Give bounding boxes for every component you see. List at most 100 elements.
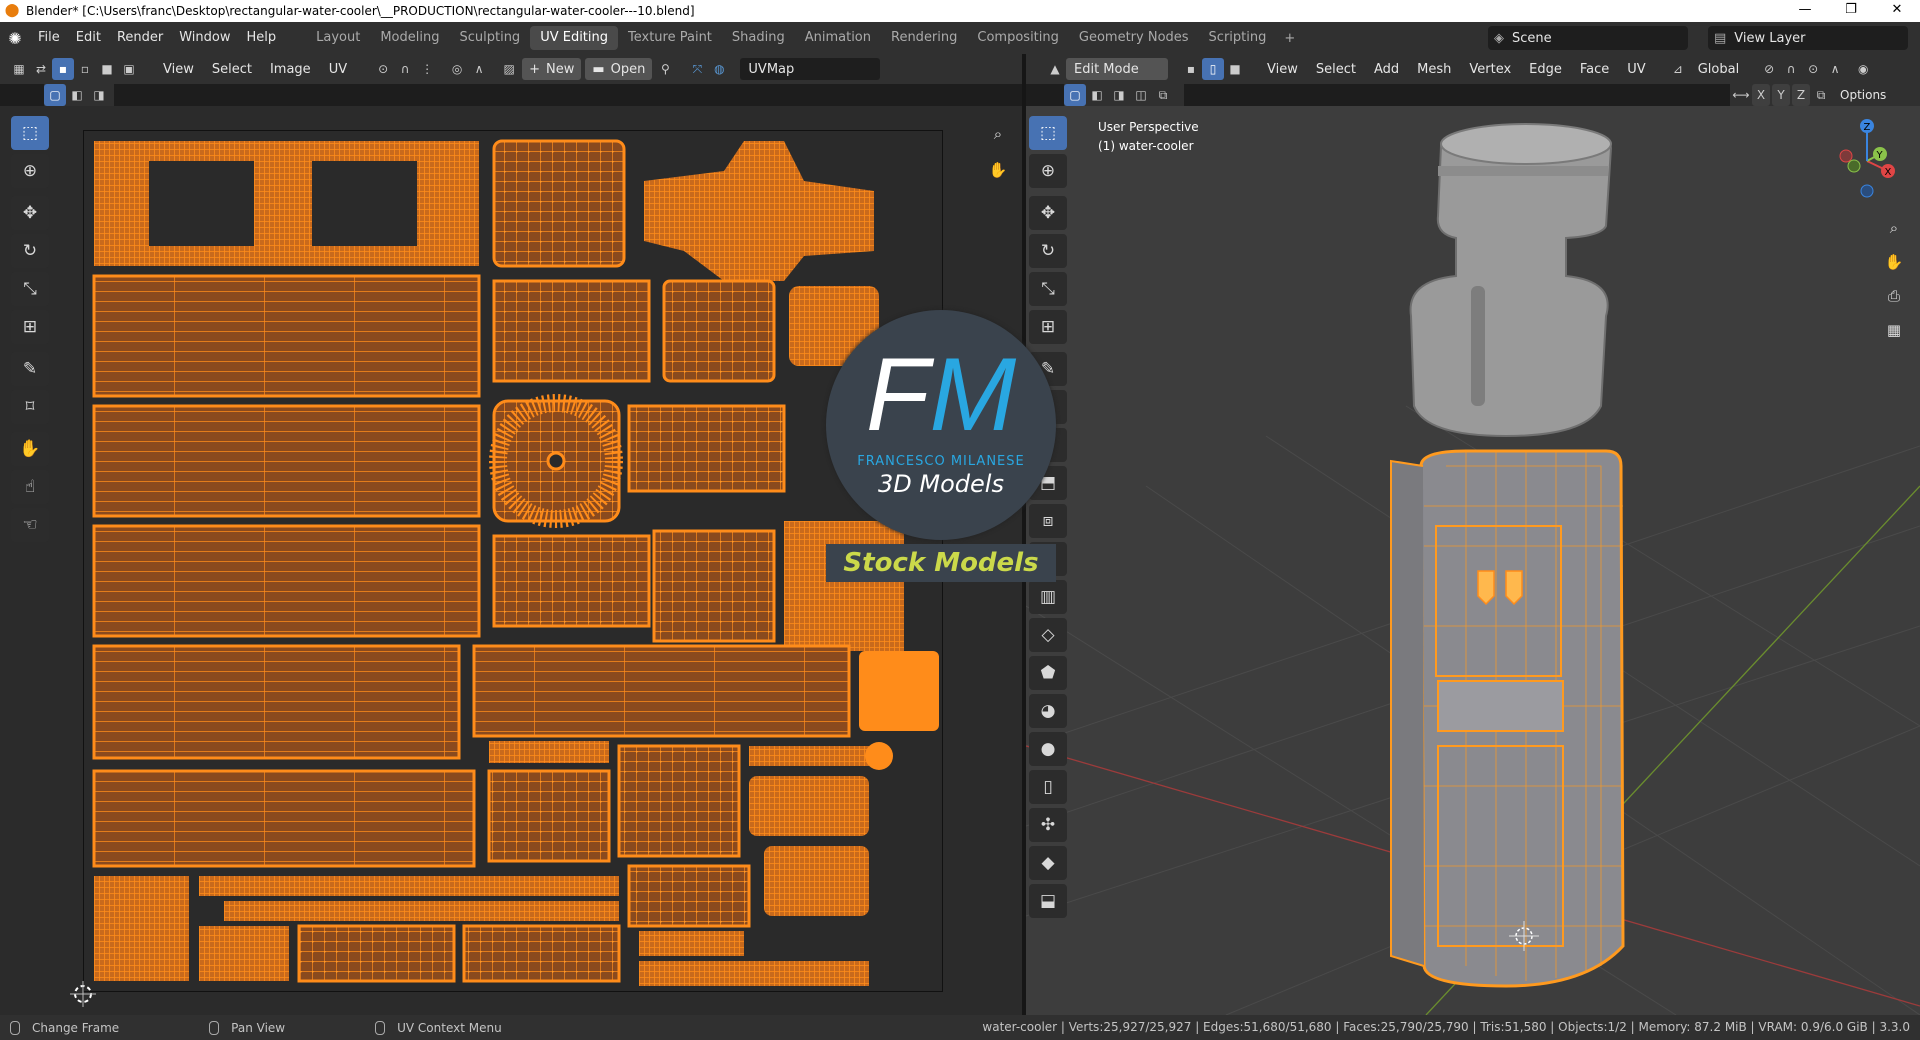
blender-menu-icon[interactable]: ✺ — [0, 29, 30, 48]
relax-icon[interactable]: ☝ — [11, 470, 49, 504]
menu-window[interactable]: Window — [171, 22, 238, 54]
rotate-icon[interactable]: ↻ — [11, 234, 49, 268]
image-browse-icon[interactable]: ▨ — [498, 58, 520, 80]
select-box-icon[interactable]: ⬚ — [11, 116, 49, 150]
minimize-button[interactable]: — — [1782, 0, 1828, 22]
2d-cursor-icon[interactable] — [70, 981, 96, 1007]
vp-menu-view[interactable]: View — [1258, 62, 1307, 77]
edge-slide-icon[interactable]: ▯ — [1029, 770, 1067, 804]
open-image-button[interactable]: ▬ Open — [585, 58, 653, 80]
vp-vertex-mode-icon[interactable]: ▪ — [1180, 58, 1202, 80]
vp-menu-face[interactable]: Face — [1571, 62, 1618, 77]
vp-select-invert-icon[interactable]: ◫ — [1130, 84, 1152, 106]
pinch-icon[interactable]: ☜ — [11, 508, 49, 542]
rip-region-icon[interactable]: ⬓ — [1029, 884, 1067, 918]
add-workspace-icon[interactable]: + — [1276, 31, 1303, 46]
tab-texture-paint[interactable]: Texture Paint — [618, 26, 722, 50]
select-extend-icon[interactable]: ◧ — [66, 84, 88, 106]
pivot-icon[interactable]: ⊙ — [372, 58, 394, 80]
tab-scripting[interactable]: Scripting — [1199, 26, 1277, 50]
knife-icon[interactable]: ◇ — [1029, 618, 1067, 652]
tab-sculpting[interactable]: Sculpting — [449, 26, 530, 50]
menu-render[interactable]: Render — [109, 22, 171, 54]
vp-menu-mesh[interactable]: Mesh — [1408, 62, 1460, 77]
vp-select-box-icon[interactable]: ⬚ — [1029, 116, 1067, 150]
vp-select-new-icon[interactable]: ▢ — [1064, 84, 1086, 106]
vp-pan-icon[interactable]: ✋ — [1880, 248, 1908, 276]
zoom-icon[interactable]: ⌕ — [984, 120, 1012, 148]
tab-modeling[interactable]: Modeling — [370, 26, 449, 50]
vp-zoom-icon[interactable]: ⌕ — [1880, 214, 1908, 242]
mirror-x-toggle[interactable]: X — [1752, 84, 1770, 106]
tab-uv-editing[interactable]: UV Editing — [530, 26, 619, 50]
uv-menu-view[interactable]: View — [154, 62, 203, 77]
smooth-icon[interactable]: ● — [1029, 732, 1067, 766]
uvmap-field[interactable]: UVMap — [740, 58, 881, 80]
face-select-icon[interactable]: ■ — [96, 58, 118, 80]
mode-dropdown[interactable]: Edit Mode — [1066, 58, 1168, 80]
3d-viewport[interactable]: ⬚ ⊕ ✥ ↻ ⤡ ⊞ ✎ ◺ ▱ ⬒ ⧈ ◰ ▥ ◇ ⬟ ◕ ● ▯ ✣ ◆ … — [1026, 106, 1920, 1015]
overlay-toggle-icon[interactable]: ◍ — [708, 58, 730, 80]
editor-type-icon[interactable]: ▦ — [8, 58, 30, 80]
maximize-button[interactable]: ❐ — [1828, 0, 1874, 22]
shrink-fatten-icon[interactable]: ✣ — [1029, 808, 1067, 842]
vp-pivot-icon[interactable]: ⊘ — [1758, 58, 1780, 80]
island-select-icon[interactable]: ▣ — [118, 58, 140, 80]
vp-cursor-icon[interactable]: ⊕ — [1029, 154, 1067, 188]
move-icon[interactable]: ✥ — [11, 196, 49, 230]
uv-canvas[interactable] — [83, 130, 943, 992]
mirror-z-toggle[interactable]: Z — [1792, 84, 1810, 106]
vp-menu-select[interactable]: Select — [1307, 62, 1365, 77]
vp-select-intersect-icon[interactable]: ⧉ — [1152, 84, 1174, 106]
vp-menu-vertex[interactable]: Vertex — [1460, 62, 1520, 77]
tab-shading[interactable]: Shading — [722, 26, 795, 50]
tab-layout[interactable]: Layout — [306, 26, 370, 50]
uv-menu-uv[interactable]: UV — [320, 62, 356, 77]
scene-selector[interactable]: ◈ Scene — [1488, 26, 1688, 50]
vp-menu-add[interactable]: Add — [1365, 62, 1408, 77]
new-image-button[interactable]: + New — [522, 58, 582, 80]
ortho-toggle-icon[interactable]: ▦ — [1880, 316, 1908, 344]
view-layer-selector[interactable]: ▤ View Layer — [1708, 26, 1908, 50]
vp-snap-icon[interactable]: ∩ — [1780, 58, 1802, 80]
spin-icon[interactable]: ◕ — [1029, 694, 1067, 728]
orientation-dropdown[interactable]: Global — [1689, 62, 1748, 77]
vp-transform-icon[interactable]: ⊞ — [1029, 310, 1067, 344]
close-button[interactable]: ✕ — [1874, 0, 1920, 22]
vp-edge-mode-icon[interactable]: ▯ — [1202, 58, 1224, 80]
pin-icon[interactable]: ⚲ — [654, 58, 676, 80]
menu-file[interactable]: File — [30, 22, 68, 54]
poly-build-icon[interactable]: ⬟ — [1029, 656, 1067, 690]
vp-select-extend-icon[interactable]: ◧ — [1086, 84, 1108, 106]
vp-falloff-icon[interactable]: ∧ — [1824, 58, 1846, 80]
tab-rendering[interactable]: Rendering — [881, 26, 967, 50]
vp-scale-icon[interactable]: ⤡ — [1029, 272, 1067, 306]
shear-icon[interactable]: ◆ — [1029, 846, 1067, 880]
mirror-y-toggle[interactable]: Y — [1772, 84, 1790, 106]
snap-icon[interactable]: ∩ — [394, 58, 416, 80]
camera-view-icon[interactable]: ⎙ — [1880, 282, 1908, 310]
pan-hand-icon[interactable]: ✋ — [984, 156, 1012, 184]
visibility-icon[interactable]: ◉ — [1852, 58, 1874, 80]
tab-animation[interactable]: Animation — [795, 26, 881, 50]
vp-proportional-icon[interactable]: ⊙ — [1802, 58, 1824, 80]
transform-icon[interactable]: ⊞ — [11, 310, 49, 344]
select-subtract-icon[interactable]: ◨ — [88, 84, 110, 106]
snap-target-icon[interactable]: ⋮ — [416, 58, 438, 80]
sync-selection-icon[interactable]: ⇄ — [30, 58, 52, 80]
tab-geometry-nodes[interactable]: Geometry Nodes — [1069, 26, 1199, 50]
edge-select-icon[interactable]: ▫ — [74, 58, 96, 80]
vp-menu-uv[interactable]: UV — [1618, 62, 1654, 77]
select-new-icon[interactable]: ▢ — [44, 84, 66, 106]
menu-help[interactable]: Help — [239, 22, 285, 54]
menu-edit[interactable]: Edit — [68, 22, 109, 54]
rip-icon[interactable]: ⌑ — [11, 390, 49, 424]
vp-face-mode-icon[interactable]: ■ — [1224, 58, 1246, 80]
grab-icon[interactable]: ✋ — [11, 432, 49, 466]
navigation-gizmo[interactable]: X Y Z — [1822, 116, 1912, 206]
vp-rotate-icon[interactable]: ↻ — [1029, 234, 1067, 268]
options-dropdown[interactable]: Options — [1840, 88, 1886, 102]
uv-menu-select[interactable]: Select — [203, 62, 261, 77]
vp-select-subtract-icon[interactable]: ◨ — [1108, 84, 1130, 106]
loop-cut-icon[interactable]: ▥ — [1029, 580, 1067, 614]
